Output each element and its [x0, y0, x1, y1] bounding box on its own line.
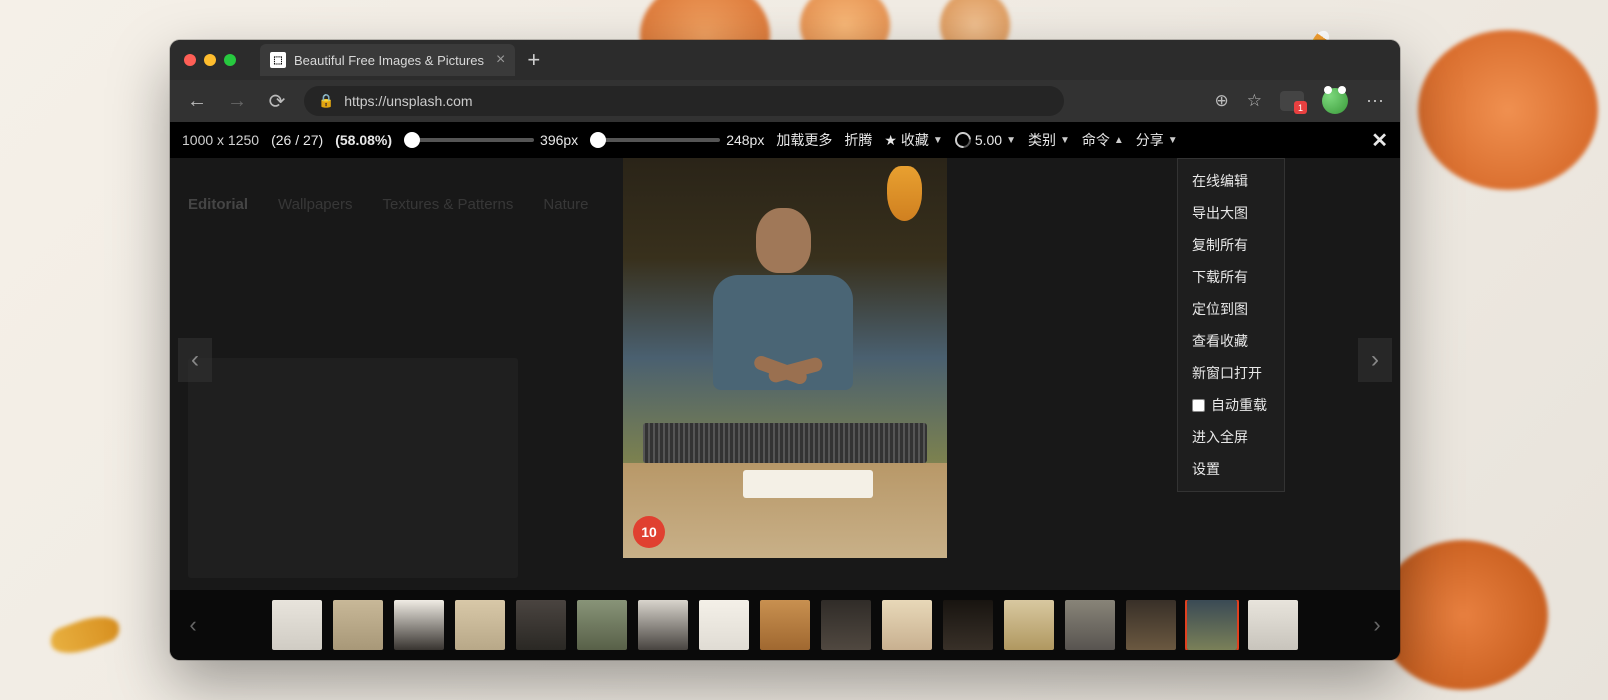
- size-slider-1[interactable]: 396px: [404, 132, 578, 148]
- reload-button[interactable]: ⟳: [264, 89, 290, 114]
- menu-item-view-favorites[interactable]: 查看收藏: [1178, 325, 1284, 357]
- forward-button[interactable]: →: [224, 90, 250, 113]
- toss-button[interactable]: 折腾: [844, 130, 872, 150]
- load-more-button[interactable]: 加载更多: [776, 130, 832, 150]
- slider-2-value: 248px: [726, 132, 764, 148]
- extension-icon[interactable]: 1: [1280, 91, 1304, 111]
- tab-title: Beautiful Free Images & Pictures: [294, 53, 484, 68]
- thumbs-scroll-left[interactable]: ‹: [180, 612, 206, 638]
- next-image-button[interactable]: ›: [1358, 338, 1392, 382]
- thumbnail[interactable]: [394, 600, 444, 650]
- prev-image-button[interactable]: ‹: [178, 338, 212, 382]
- menu-item-export-large[interactable]: 导出大图: [1178, 197, 1284, 229]
- thumbnail[interactable]: [272, 600, 322, 650]
- star-icon: ★: [884, 132, 897, 149]
- percent-label: (58.08%): [335, 132, 392, 148]
- thumbnail[interactable]: [455, 600, 505, 650]
- rating-dropdown[interactable]: 5.00 ▼: [955, 132, 1016, 148]
- favorite-dropdown[interactable]: ★ 收藏 ▼: [884, 130, 942, 150]
- browser-tab[interactable]: ⬚ Beautiful Free Images & Pictures ×: [260, 44, 515, 76]
- category-dropdown[interactable]: 类别 ▼: [1028, 130, 1070, 150]
- browser-toolbar: ← → ⟳ 🔒 https://unsplash.com ⊕ ☆ 1 ⋯: [170, 80, 1400, 122]
- close-window-button[interactable]: [184, 54, 196, 66]
- extension-badge: 1: [1294, 101, 1307, 114]
- thumbnail[interactable]: [1065, 600, 1115, 650]
- checkbox-icon: [1192, 399, 1205, 412]
- chevron-down-icon: ▼: [1168, 135, 1178, 146]
- chevron-up-icon: ▲: [1114, 135, 1124, 146]
- command-dropdown[interactable]: 命令 ▲: [1082, 130, 1124, 150]
- thumbnails: [210, 600, 1360, 650]
- image-subject: [703, 208, 863, 388]
- back-button[interactable]: ←: [184, 90, 210, 113]
- titlebar: ⬚ Beautiful Free Images & Pictures × +: [170, 40, 1400, 80]
- bg-pumpkin: [1418, 30, 1598, 190]
- address-bar[interactable]: 🔒 https://unsplash.com: [304, 86, 1064, 116]
- thumbnail[interactable]: [699, 600, 749, 650]
- lock-icon: 🔒: [318, 93, 334, 109]
- thumbnail[interactable]: [882, 600, 932, 650]
- extension-toolbar: 1000 x 1250 (26 / 27) (58.08%) 396px 248…: [170, 122, 1400, 158]
- profile-avatar[interactable]: [1322, 88, 1348, 114]
- url-text: https://unsplash.com: [344, 93, 472, 109]
- command-menu: 在线编辑 导出大图 复制所有 下载所有 定位到图 查看收藏 新窗口打开 自动重载…: [1177, 158, 1285, 492]
- thumbnail[interactable]: [333, 600, 383, 650]
- image-viewer: Editorial Wallpapers Textures & Patterns…: [170, 158, 1400, 590]
- thumbnail[interactable]: [821, 600, 871, 650]
- thumbnail[interactable]: [577, 600, 627, 650]
- browser-window: ⬚ Beautiful Free Images & Pictures × + ←…: [170, 40, 1400, 660]
- thumbnail-selected[interactable]: [1187, 600, 1237, 650]
- menu-item-locate-image[interactable]: 定位到图: [1178, 293, 1284, 325]
- ring-icon: [952, 129, 975, 152]
- menu-item-auto-reload[interactable]: 自动重载: [1178, 389, 1284, 421]
- thumbnail[interactable]: [1248, 600, 1298, 650]
- menu-item-fullscreen[interactable]: 进入全屏: [1178, 421, 1284, 453]
- menu-item-open-new-window[interactable]: 新窗口打开: [1178, 357, 1284, 389]
- new-tab-button[interactable]: +: [527, 47, 540, 73]
- bg-pumpkin: [1378, 540, 1548, 690]
- minimize-window-button[interactable]: [204, 54, 216, 66]
- thumbnail[interactable]: [1004, 600, 1054, 650]
- close-extension-button[interactable]: ✕: [1371, 128, 1388, 153]
- tab-favicon: ⬚: [270, 52, 286, 68]
- menu-item-download-all[interactable]: 下载所有: [1178, 261, 1284, 293]
- size-slider-2[interactable]: 248px: [590, 132, 764, 148]
- main-image[interactable]: 10: [623, 158, 947, 558]
- chevron-down-icon: ▼: [1006, 135, 1016, 146]
- image-counter: (26 / 27): [271, 132, 323, 148]
- thumbnail[interactable]: [516, 600, 566, 650]
- decor-hanging: [887, 166, 922, 221]
- image-grill: [643, 423, 927, 463]
- overflow-menu-button[interactable]: ⋯: [1366, 91, 1386, 112]
- window-controls: [184, 54, 236, 66]
- chevron-down-icon: ▼: [933, 135, 943, 146]
- image-dimensions: 1000 x 1250: [182, 132, 259, 148]
- bookmark-star-button[interactable]: ☆: [1247, 91, 1262, 111]
- menu-item-settings[interactable]: 设置: [1178, 453, 1284, 485]
- bg-leaf: [47, 609, 123, 661]
- image-price-tag: 10: [633, 516, 665, 548]
- thumbnail[interactable]: [760, 600, 810, 650]
- thumbnail[interactable]: [638, 600, 688, 650]
- thumbnail-strip: ‹ ›: [170, 590, 1400, 660]
- image-sign: [743, 470, 873, 498]
- menu-item-copy-all[interactable]: 复制所有: [1178, 229, 1284, 261]
- thumbnail[interactable]: [943, 600, 993, 650]
- thumbnail[interactable]: [1126, 600, 1176, 650]
- tab-close-button[interactable]: ×: [496, 51, 505, 69]
- add-page-button[interactable]: ⊕: [1215, 91, 1229, 111]
- menu-item-edit-online[interactable]: 在线编辑: [1178, 165, 1284, 197]
- maximize-window-button[interactable]: [224, 54, 236, 66]
- chevron-down-icon: ▼: [1060, 135, 1070, 146]
- thumbs-scroll-right[interactable]: ›: [1364, 612, 1390, 638]
- slider-1-value: 396px: [540, 132, 578, 148]
- background-image-tile: [188, 358, 518, 578]
- share-dropdown[interactable]: 分享 ▼: [1136, 130, 1178, 150]
